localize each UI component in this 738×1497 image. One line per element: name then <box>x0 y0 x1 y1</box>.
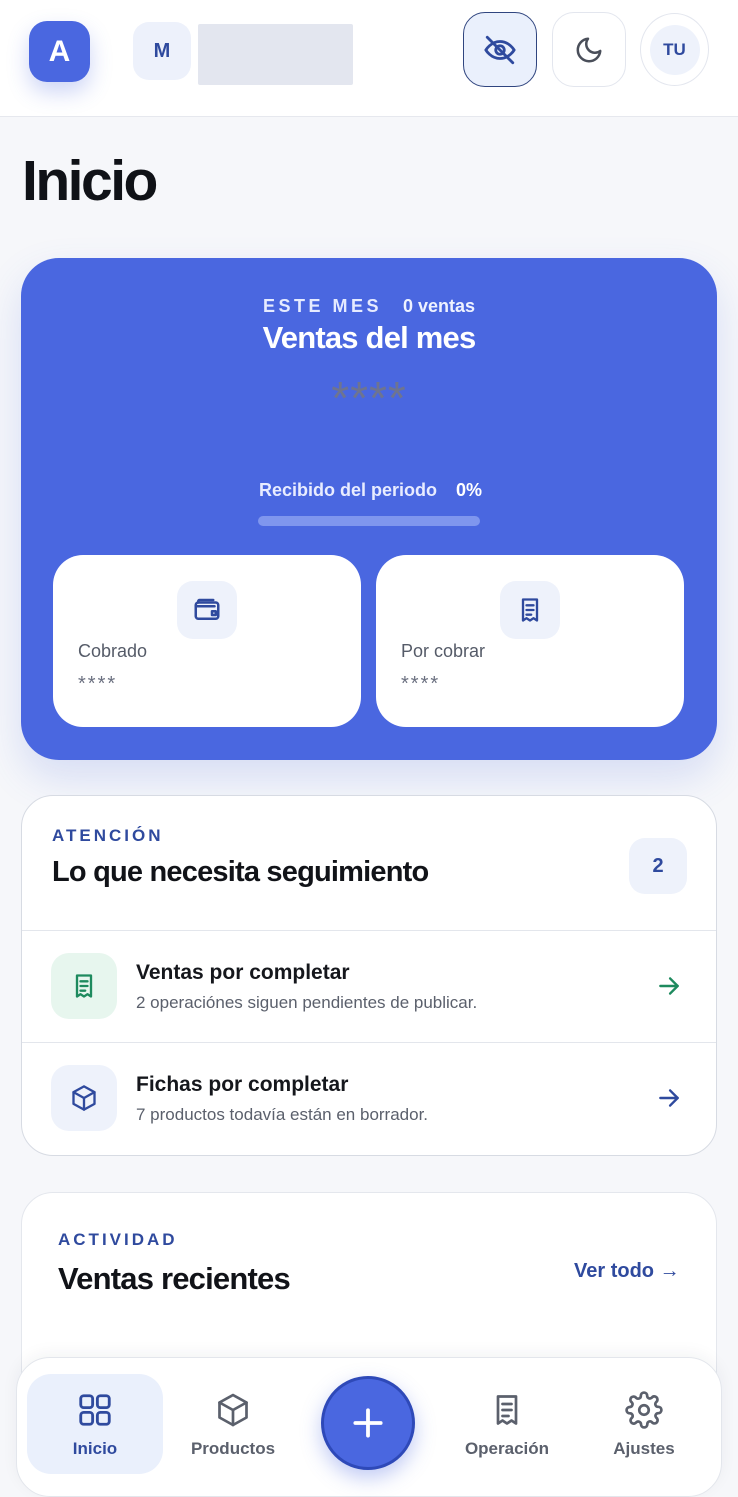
collected-label: Cobrado <box>78 641 148 661</box>
plus-icon <box>353 1408 383 1438</box>
grid-icon <box>79 1394 111 1426</box>
nav-item-settings[interactable]: Ajustes <box>576 1374 712 1474</box>
list-item-sales-to-complete[interactable]: Ventas por completar 2 operaciónes sigue… <box>22 931 716 1041</box>
wallet-icon <box>194 598 220 620</box>
moon-icon <box>576 37 602 62</box>
see-all-link[interactable]: Ver todo → <box>574 1260 680 1283</box>
stat-icon-box <box>500 581 560 639</box>
receipt-icon <box>521 598 539 622</box>
sales-amount: **** <box>331 372 407 424</box>
collected-value: **** <box>78 673 118 695</box>
hide-amounts-button[interactable] <box>463 12 537 87</box>
task-icon-box <box>51 1065 117 1131</box>
nav-label: Inicio <box>72 1439 118 1458</box>
avatar: TU <box>649 24 700 75</box>
app-logo[interactable]: A <box>29 21 90 82</box>
attention-eyebrow: ATENCIÓN <box>52 826 164 845</box>
arrow-right-icon <box>659 977 679 995</box>
stat-icon-box <box>177 581 237 639</box>
page-title: Inicio <box>22 149 158 213</box>
sales-count: 0 ventas <box>403 296 476 316</box>
task-subtitle: 2 operaciónes siguen pendientes de publi… <box>136 993 478 1012</box>
eye-off-icon <box>484 35 516 64</box>
task-subtitle: 7 productos todavía están en borrador. <box>136 1105 429 1124</box>
receipt-icon <box>75 974 93 998</box>
list-item-drafts-to-complete[interactable]: Fichas por completar 7 productos todavía… <box>22 1043 716 1153</box>
arrow-right-icon <box>659 1089 679 1107</box>
pending-stat[interactable]: Por cobrar **** <box>376 555 684 727</box>
monthly-sales-card: ESTE MES 0 ventas Ventas del mes **** Re… <box>21 258 717 760</box>
nav-label: Productos <box>190 1439 276 1458</box>
add-button[interactable] <box>321 1376 415 1470</box>
task-title: Ventas por completar <box>136 961 350 984</box>
activity-eyebrow: ACTIVIDAD <box>58 1230 178 1249</box>
received-row: Recibido del periodo 0% <box>259 480 482 501</box>
box-icon <box>72 1085 96 1111</box>
received-progress-bar <box>258 516 480 526</box>
workspace-badge[interactable]: M <box>133 22 191 80</box>
task-icon-box <box>51 953 117 1019</box>
nav-item-operations[interactable]: Operación <box>439 1374 575 1474</box>
attention-card: ATENCIÓN Lo que necesita seguimiento 2 V… <box>21 795 717 1156</box>
task-title: Fichas por completar <box>136 1073 349 1096</box>
gear-icon <box>625 1391 663 1429</box>
user-avatar-button[interactable]: TU <box>640 13 709 86</box>
sales-eyebrow: ESTE MES 0 ventas <box>21 296 717 317</box>
pending-value: **** <box>401 673 441 695</box>
activity-title: Ventas recientes <box>58 1261 291 1296</box>
nav-item-products[interactable]: Productos <box>165 1374 301 1474</box>
received-label: Recibido del periodo <box>259 480 438 500</box>
nav-label: Operación <box>464 1439 550 1458</box>
collected-stat[interactable]: Cobrado **** <box>53 555 361 727</box>
receipt-icon <box>496 1395 518 1425</box>
pending-label: Por cobrar <box>401 641 486 661</box>
sales-period-label: ESTE MES <box>262 296 382 316</box>
top-bar: A M TU <box>0 0 738 117</box>
nav-item-home[interactable]: Inicio <box>27 1374 163 1474</box>
received-percent: 0% <box>456 480 483 500</box>
sales-title: Ventas del mes <box>262 320 477 355</box>
attention-count-badge: 2 <box>629 838 687 894</box>
attention-title: Lo que necesita seguimiento <box>52 856 429 888</box>
box-icon <box>218 1393 248 1427</box>
nav-label: Ajustes <box>613 1439 675 1458</box>
bottom-navigation: Inicio Productos Operación Ajustes <box>16 1357 722 1497</box>
theme-toggle-button[interactable] <box>552 12 626 87</box>
workspace-name-placeholder <box>198 24 353 85</box>
